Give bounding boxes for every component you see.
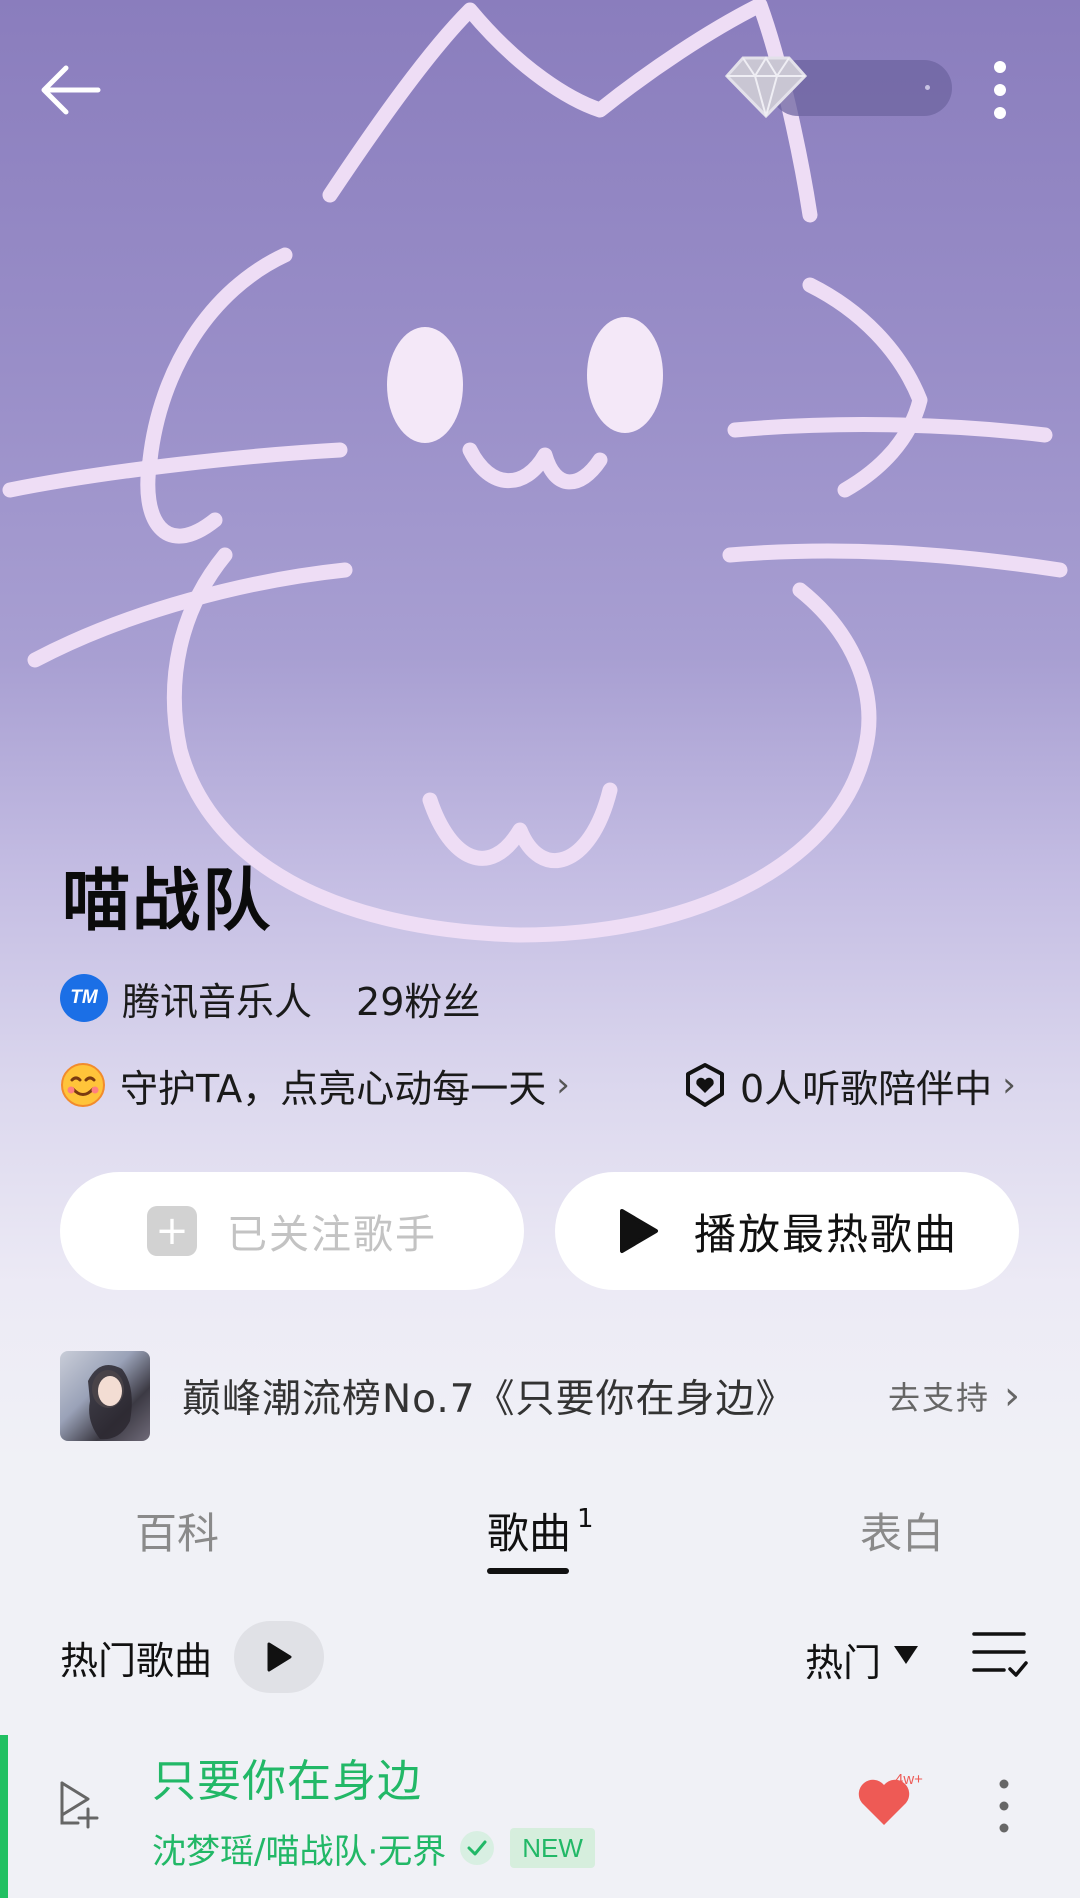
listeners-link[interactable]: 0人听歌陪伴中 › bbox=[684, 1055, 1016, 1115]
hot-songs-header: 热门歌曲 热门 bbox=[60, 1620, 1030, 1694]
chevron-right-icon: › bbox=[1004, 1373, 1020, 1419]
promo-text: 巅峰潮流榜No.7《只要你在身边》 bbox=[182, 1377, 796, 1422]
guard-chevron-icon: › bbox=[556, 1065, 570, 1105]
now-playing-marker bbox=[0, 1735, 8, 1898]
like-count: 4w+ bbox=[895, 1771, 923, 1788]
play-all-button[interactable] bbox=[234, 1621, 325, 1693]
section-title: 热门歌曲 bbox=[60, 1638, 213, 1683]
active-tab-indicator bbox=[487, 1568, 569, 1574]
play-icon bbox=[267, 1642, 292, 1672]
song-title: 只要你在身边 bbox=[152, 1756, 422, 1807]
follow-artist-button[interactable]: + 已关注歌手 bbox=[60, 1172, 524, 1290]
play-hot-label: 播放最热歌曲 bbox=[693, 1209, 958, 1259]
song-artist-album: 沈梦瑶/喵战队·无界 bbox=[152, 1831, 447, 1872]
support-link[interactable]: 去支持 › bbox=[888, 1350, 1020, 1442]
follow-label: 已关注歌手 bbox=[227, 1212, 437, 1258]
musician-label[interactable]: 腾讯音乐人 bbox=[122, 971, 312, 1026]
caret-down-icon bbox=[894, 1646, 918, 1664]
back-button[interactable] bbox=[30, 50, 110, 130]
cat-doodle-artwork bbox=[2, 0, 1068, 943]
plus-icon: + bbox=[147, 1206, 197, 1256]
play-icon bbox=[619, 1209, 658, 1253]
chart-promo-banner[interactable]: 巅峰潮流榜No.7《只要你在身边》 去支持 › bbox=[60, 1350, 1020, 1442]
diamond-icon bbox=[725, 56, 807, 119]
listeners-chevron-icon: › bbox=[1002, 1065, 1016, 1105]
more-button[interactable] bbox=[975, 55, 1025, 125]
guard-link[interactable]: 守护TA，点亮心动每一天 bbox=[120, 1058, 546, 1113]
promo-cover-image bbox=[60, 1351, 150, 1441]
check-icon bbox=[460, 1831, 495, 1865]
tab-baike[interactable]: 百科 bbox=[135, 1500, 219, 1561]
new-badge: NEW bbox=[510, 1828, 595, 1868]
multi-select-list-icon[interactable] bbox=[970, 1628, 1028, 1680]
smile-emoji-icon bbox=[61, 1063, 105, 1107]
more-vertical-icon bbox=[994, 61, 1006, 119]
artist-meta-row: TM 腾讯音乐人 29粉丝 bbox=[60, 970, 480, 1026]
tab-songs-count: 1 bbox=[577, 1504, 594, 1534]
song-row[interactable]: 只要你在身边 沈梦瑶/喵战队·无界 NEW 4w+ bbox=[0, 1735, 1080, 1898]
fans-count[interactable]: 29粉丝 bbox=[356, 971, 480, 1026]
tab-songs-label: 歌曲 bbox=[487, 1509, 572, 1558]
more-vertical-icon[interactable] bbox=[990, 1775, 1018, 1837]
add-to-playlist-icon[interactable] bbox=[56, 1777, 102, 1829]
guard-row: 守护TA，点亮心动每一天 › 0人听歌陪伴中 › bbox=[60, 1055, 1060, 1115]
tencent-musician-icon: TM bbox=[60, 974, 108, 1022]
support-label: 去支持 bbox=[887, 1379, 990, 1417]
tab-songs[interactable]: 歌曲 1 bbox=[487, 1500, 594, 1561]
shield-heart-icon bbox=[686, 1063, 724, 1107]
arrow-left-icon bbox=[41, 65, 101, 115]
listeners-text: 0人听歌陪伴中 bbox=[740, 1066, 993, 1111]
song-subtitle: 沈梦瑶/喵战队·无界 NEW bbox=[152, 1825, 595, 1872]
artist-name: 喵战队 bbox=[62, 862, 273, 941]
sort-dropdown[interactable]: 热门 bbox=[805, 1632, 881, 1687]
play-hot-songs-button[interactable]: 播放最热歌曲 bbox=[555, 1172, 1019, 1290]
tab-biaobai[interactable]: 表白 bbox=[860, 1500, 944, 1561]
